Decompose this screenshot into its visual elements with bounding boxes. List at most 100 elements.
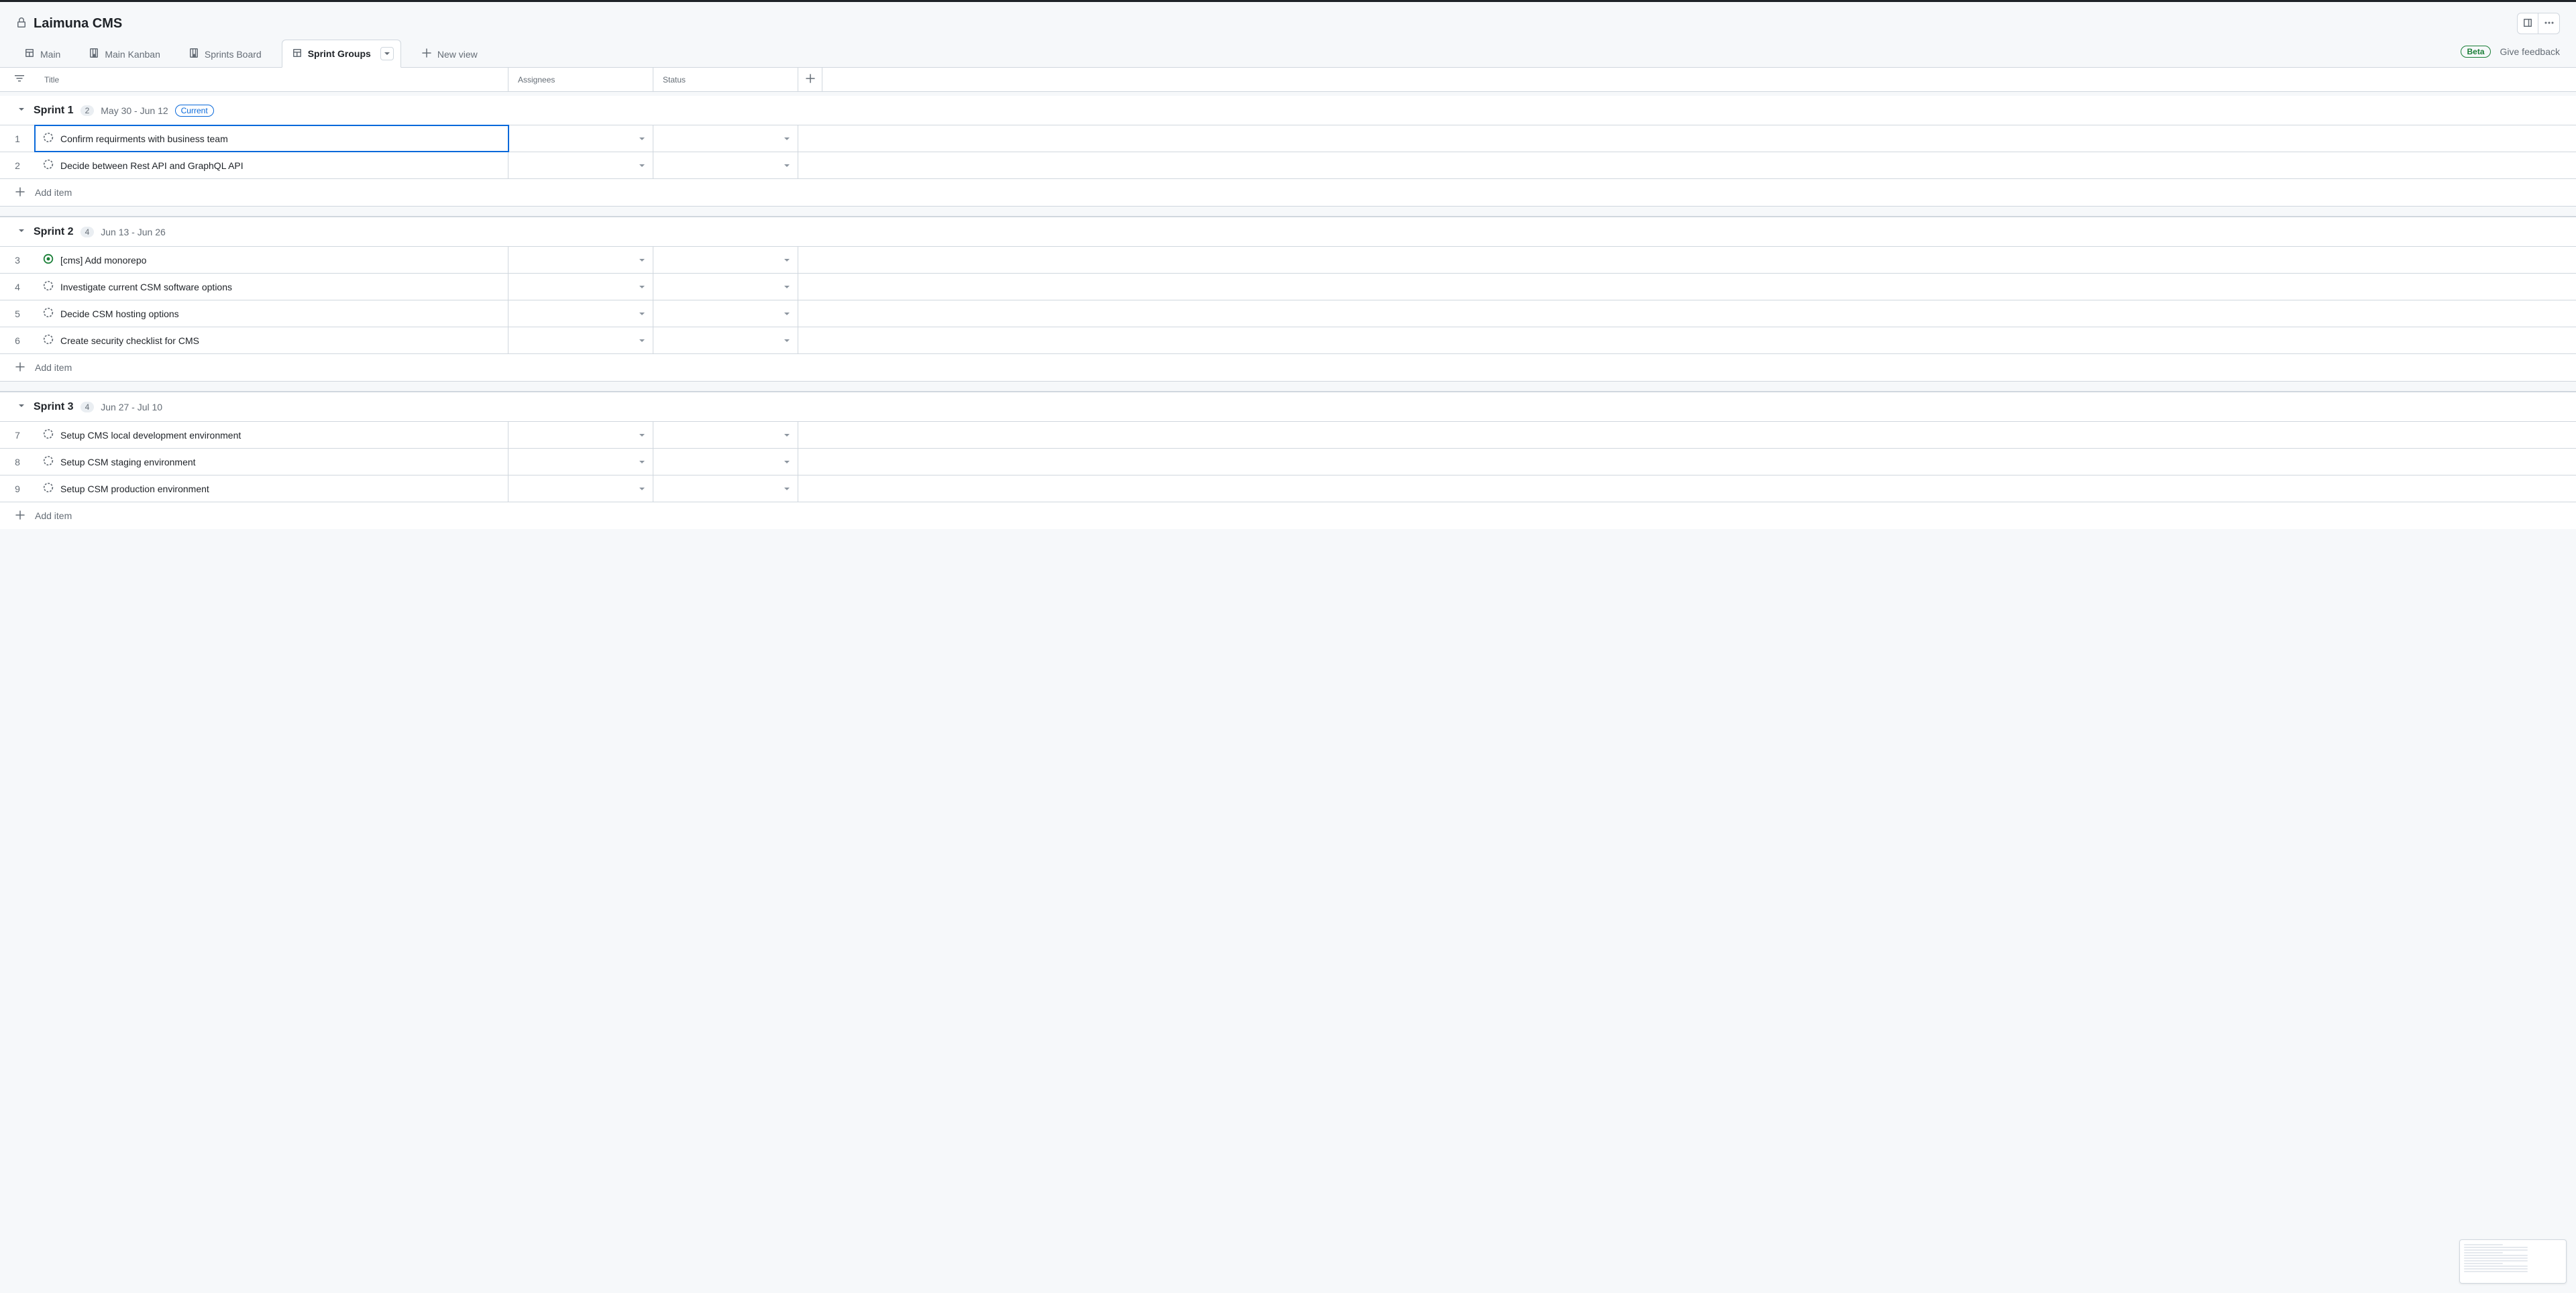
title-cell[interactable]: [cms] Add monorepo xyxy=(35,247,508,273)
table-row[interactable]: 3[cms] Add monorepo xyxy=(0,247,2576,274)
row-number: 5 xyxy=(0,300,35,327)
sprint-group: Sprint 24Jun 13 - Jun 263[cms] Add monor… xyxy=(0,217,2576,381)
status-cell[interactable] xyxy=(653,274,798,300)
new-view-label: New view xyxy=(437,49,478,60)
status-cell[interactable] xyxy=(653,300,798,327)
title-cell[interactable]: Create security checklist for CMS xyxy=(35,327,508,353)
table-row[interactable]: 7Setup CMS local development environment xyxy=(0,422,2576,449)
status-cell[interactable] xyxy=(653,125,798,152)
table-icon xyxy=(24,48,35,60)
status-cell[interactable] xyxy=(653,422,798,448)
tab-main-kanban[interactable]: Main Kanban xyxy=(80,41,168,67)
status-cell[interactable] xyxy=(653,475,798,502)
title-cell[interactable]: Investigate current CSM software options xyxy=(35,274,508,300)
item-title: [cms] Add monorepo xyxy=(60,255,146,266)
table-row[interactable]: 2 Decide between Rest API and GraphQL API xyxy=(0,152,2576,179)
group-name: Sprint 2 xyxy=(34,226,74,238)
draft-issue-icon xyxy=(43,132,54,145)
plus-icon xyxy=(421,48,432,60)
assignees-cell[interactable] xyxy=(508,152,653,178)
collapse-toggle[interactable] xyxy=(16,225,27,238)
add-column-button[interactable] xyxy=(798,68,822,91)
row-number: 7 xyxy=(0,422,35,448)
caret-down-icon xyxy=(638,283,646,291)
table-row[interactable]: 8Setup CSM staging environment xyxy=(0,449,2576,475)
add-item-button[interactable]: Add item xyxy=(0,502,2576,529)
table-row[interactable]: 4 Investigate current CSM software option… xyxy=(0,274,2576,300)
item-title: Decide between Rest API and GraphQL API xyxy=(60,160,244,171)
column-header-assignees[interactable]: Assignees xyxy=(508,68,653,91)
title-cell[interactable]: Decide CSM hosting options xyxy=(35,300,508,327)
row-number: 6 xyxy=(0,327,35,353)
group-header[interactable]: Sprint 12May 30 - Jun 12Current xyxy=(0,96,2576,125)
assignees-cell[interactable] xyxy=(508,449,653,475)
collapse-toggle[interactable] xyxy=(16,104,27,117)
title-cell[interactable]: Confirm requirments with business team xyxy=(35,125,508,152)
views-tabbar: Main Main Kanban Sprints Board Sprint Gr… xyxy=(0,40,2576,68)
kebab-icon xyxy=(2544,17,2555,30)
table-row[interactable]: 1 Confirm requirments with business team xyxy=(0,125,2576,152)
filter-icon xyxy=(14,73,25,86)
title-cell[interactable]: Setup CSM production environment xyxy=(35,475,508,502)
project-header: Laimuna CMS xyxy=(0,2,2576,40)
tab-options-button[interactable] xyxy=(380,47,394,60)
group-header[interactable]: Sprint 34Jun 27 - Jul 10 xyxy=(0,392,2576,422)
item-title: Confirm requirments with business team xyxy=(60,133,228,144)
tab-sprint-groups[interactable]: Sprint Groups xyxy=(282,40,401,68)
caret-down-icon xyxy=(638,162,646,170)
assignees-cell[interactable] xyxy=(508,125,653,152)
assignees-cell[interactable] xyxy=(508,247,653,273)
draft-issue-icon xyxy=(43,159,54,172)
row-number: 9 xyxy=(0,475,35,502)
more-options-button[interactable] xyxy=(2538,13,2560,34)
filter-button[interactable] xyxy=(0,68,39,91)
current-badge: Current xyxy=(175,105,214,117)
title-cell[interactable]: Setup CSM staging environment xyxy=(35,449,508,475)
draft-issue-icon xyxy=(43,280,54,293)
item-title: Create security checklist for CMS xyxy=(60,335,199,346)
title-cell[interactable]: Decide between Rest API and GraphQL API xyxy=(35,152,508,178)
item-title: Decide CSM hosting options xyxy=(60,308,179,319)
column-header-status[interactable]: Status xyxy=(653,68,798,91)
tab-main[interactable]: Main xyxy=(16,41,68,67)
assignees-cell[interactable] xyxy=(508,300,653,327)
status-cell[interactable] xyxy=(653,247,798,273)
collapse-toggle[interactable] xyxy=(16,400,27,413)
column-header-title[interactable]: Title xyxy=(39,68,508,91)
panel-toggle-button[interactable] xyxy=(2517,13,2538,34)
table-row[interactable]: 9Setup CSM production environment xyxy=(0,475,2576,502)
group-header[interactable]: Sprint 24Jun 13 - Jun 26 xyxy=(0,217,2576,247)
caret-down-icon xyxy=(783,256,791,264)
table-row[interactable]: 5 Decide CSM hosting options xyxy=(0,300,2576,327)
assignees-cell[interactable] xyxy=(508,422,653,448)
title-cell[interactable]: Setup CMS local development environment xyxy=(35,422,508,448)
table-row[interactable]: 6 Create security checklist for CMS xyxy=(0,327,2576,354)
item-title: Investigate current CSM software options xyxy=(60,282,232,292)
draft-issue-icon xyxy=(43,307,54,320)
status-cell[interactable] xyxy=(653,449,798,475)
caret-down-icon xyxy=(638,337,646,345)
row-number: 1 xyxy=(0,125,35,152)
assignees-cell[interactable] xyxy=(508,274,653,300)
tab-label: Sprints Board xyxy=(205,49,262,60)
group-date-range: Jun 27 - Jul 10 xyxy=(101,402,162,412)
row-number: 2 xyxy=(0,152,35,178)
chevron-down-icon xyxy=(16,104,27,115)
give-feedback-link[interactable]: Give feedback xyxy=(2500,46,2561,57)
row-number: 8 xyxy=(0,449,35,475)
add-item-button[interactable]: Add item xyxy=(0,179,2576,206)
minimap-thumbnail[interactable] xyxy=(2459,1239,2567,1284)
status-cell[interactable] xyxy=(653,327,798,353)
assignees-cell[interactable] xyxy=(508,475,653,502)
column-header-row: Title Assignees Status xyxy=(0,68,2576,92)
assignees-cell[interactable] xyxy=(508,327,653,353)
project-title[interactable]: Laimuna CMS xyxy=(34,16,122,32)
caret-down-icon xyxy=(384,50,390,57)
tab-sprints-board[interactable]: Sprints Board xyxy=(180,41,270,67)
add-item-button[interactable]: Add item xyxy=(0,354,2576,381)
issue-open-icon xyxy=(43,254,54,266)
row-number: 4 xyxy=(0,274,35,300)
add-item-label: Add item xyxy=(35,362,72,373)
status-cell[interactable] xyxy=(653,152,798,178)
new-view-button[interactable]: New view xyxy=(413,41,486,67)
